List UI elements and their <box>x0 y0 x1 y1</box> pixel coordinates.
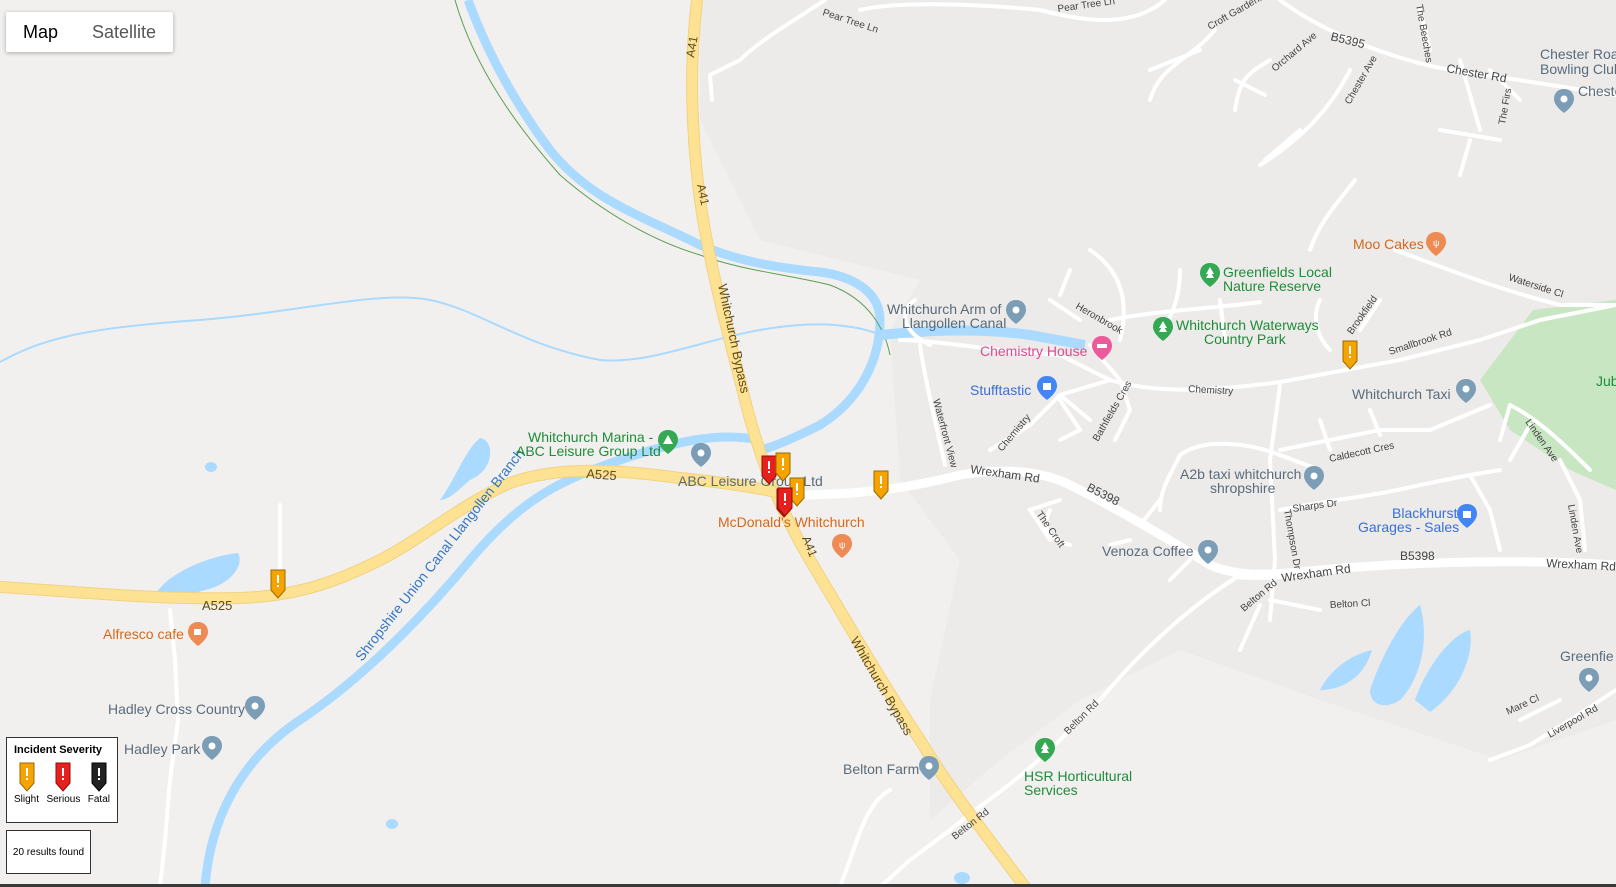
legend-items: Slight Serious Fatal <box>14 762 110 805</box>
incident-legend: Incident Severity Slight Serious Fatal <box>6 737 118 823</box>
place-label-alfresco: Alfresco cafe <box>103 626 184 642</box>
pond <box>954 872 970 884</box>
legend-label-fatal: Fatal <box>87 794 110 805</box>
place-label-jubilee: Jub <box>1596 373 1616 389</box>
place-label-blackhurst-2: Garages - Sales <box>1358 519 1459 535</box>
pond <box>386 819 398 829</box>
map-type-map-button[interactable]: Map <box>6 12 75 52</box>
place-label-hadley-park: Hadley Park <box>124 741 201 757</box>
road-label-a525-east: A525 <box>586 466 617 483</box>
place-label-greenfie: Greenfie <box>1560 648 1614 664</box>
map-type-satellite-button[interactable]: Satellite <box>75 12 173 52</box>
pond <box>205 462 217 472</box>
legend-item-slight: Slight <box>14 762 39 805</box>
legend-label-slight: Slight <box>14 794 40 805</box>
place-label-hsr-2: Services <box>1024 782 1078 798</box>
place-label-taxi: Whitchurch Taxi <box>1352 386 1451 402</box>
slight-marker-icon <box>19 762 34 792</box>
place-label-greenfields-2: Nature Reserve <box>1223 278 1321 294</box>
road-label-chemistry: Chemistry <box>1188 384 1234 397</box>
road-label-belton-cl: Belton Cl <box>1330 598 1371 611</box>
fatal-marker-icon <box>91 762 107 792</box>
legend-item-serious: Serious <box>46 762 80 805</box>
serious-marker-icon <box>55 762 71 792</box>
place-label-moo-cakes: Moo Cakes <box>1353 236 1424 252</box>
place-label-belton-farm: Belton Farm <box>843 761 919 777</box>
legend-label-serious: Serious <box>46 794 81 805</box>
place-label-a2b-2: shropshire <box>1210 480 1276 496</box>
place-label-bowling-1: Chester Road <box>1540 46 1616 62</box>
road-label-a525-west: A525 <box>202 598 232 613</box>
place-label-mcdonalds: McDonald's Whitchurch <box>718 514 865 530</box>
legend-item-fatal: Fatal <box>88 762 110 805</box>
place-label-stufftastic: Stufftastic <box>970 382 1031 398</box>
map-canvas[interactable]: A41 A41 A41 Whitchurch Bypass Whitchurch… <box>0 0 1616 887</box>
svg-text:ψ: ψ <box>1433 238 1439 248</box>
legend-title: Incident Severity <box>14 744 103 756</box>
place-label-chester: Chester <box>1578 83 1616 99</box>
map-type-control: Map Satellite <box>6 12 174 52</box>
place-label-bowling-2: Bowling Club <box>1540 61 1616 77</box>
place-label-arm-2: Llangollen Canal <box>902 315 1006 331</box>
place-label-marina-2: ABC Leisure Group Ltd <box>516 443 661 459</box>
place-label-venoza: Venoza Coffee <box>1102 543 1194 559</box>
svg-text:ψ: ψ <box>839 540 845 550</box>
place-label-hadley-cross: Hadley Cross Country <box>108 701 245 717</box>
place-label-waterways-2: Country Park <box>1204 331 1287 347</box>
place-label-chemistry-house: Chemistry House <box>980 343 1088 359</box>
results-count: 20 results found <box>6 830 91 874</box>
road-label-b5398-2: B5398 <box>1400 549 1435 563</box>
